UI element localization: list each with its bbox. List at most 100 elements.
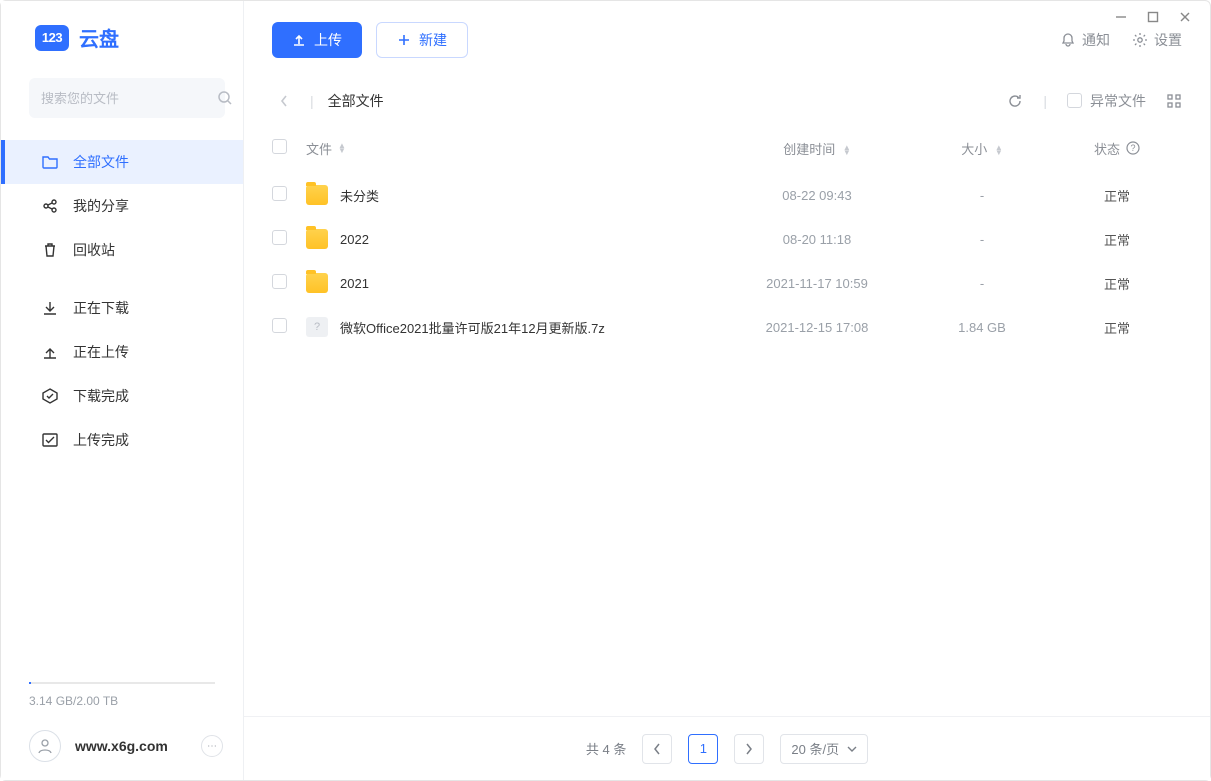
filter-label: 异常文件 xyxy=(1090,91,1146,111)
check-download-icon xyxy=(41,387,59,405)
nav-label: 正在下载 xyxy=(73,298,129,318)
new-button[interactable]: 新建 xyxy=(376,22,468,58)
download-icon xyxy=(41,299,59,317)
nav-my-shares[interactable]: 我的分享 xyxy=(1,184,243,228)
check-upload-icon xyxy=(41,431,59,449)
sort-icon: ▲▼ xyxy=(995,145,1003,155)
bell-icon xyxy=(1060,32,1076,48)
share-icon xyxy=(41,197,59,215)
file-row[interactable]: 未分类08-22 09:43-正常 xyxy=(244,173,1210,217)
file-status: 正常 xyxy=(1052,318,1182,337)
main: 上传 新建 通知 设置 | 全部文件 | 异常文件 xyxy=(244,1,1210,780)
logo-badge: 123 xyxy=(35,25,69,51)
nav-uploading[interactable]: 正在上传 xyxy=(1,330,243,374)
nav-upload-done[interactable]: 上传完成 xyxy=(1,418,243,462)
breadcrumb-root[interactable]: 全部文件 xyxy=(328,91,384,111)
nav-recycle-bin[interactable]: 回收站 xyxy=(1,228,243,272)
breadcrumb-row: | 全部文件 | 异常文件 xyxy=(244,79,1210,123)
col-time[interactable]: 创建时间 ▲▼ xyxy=(722,139,912,158)
file-time: 2021-12-15 17:08 xyxy=(722,320,912,335)
nav-downloading[interactable]: 正在下载 xyxy=(1,286,243,330)
file-row[interactable]: ? 微软Office2021批量许可版21年12月更新版.7z2021-12-15… xyxy=(244,305,1210,349)
folder-icon xyxy=(306,229,328,249)
chevron-down-icon xyxy=(847,745,857,753)
row-checkbox[interactable] xyxy=(272,274,287,289)
file-row[interactable]: 20212021-11-17 10:59-正常 xyxy=(244,261,1210,305)
svg-text:?: ? xyxy=(1130,143,1135,153)
upload-icon xyxy=(292,33,306,47)
checkbox[interactable] xyxy=(1067,93,1082,108)
file-time: 08-20 11:18 xyxy=(722,232,912,247)
nav-label: 上传完成 xyxy=(73,430,129,450)
col-name[interactable]: 文件 ▲▼ xyxy=(306,139,722,158)
help-icon[interactable]: ? xyxy=(1126,141,1140,155)
file-status: 正常 xyxy=(1052,274,1182,293)
upload-button[interactable]: 上传 xyxy=(272,22,362,58)
storage-text: 3.14 GB/2.00 TB xyxy=(1,694,243,708)
button-label: 新建 xyxy=(419,30,447,50)
app-logo: 123 云盘 xyxy=(1,1,243,70)
sidebar: 123 云盘 全部文件 我的分享 回收站 正在下载 正在上传 xyxy=(1,1,244,780)
file-size: - xyxy=(912,232,1052,247)
page-size-select[interactable]: 20 条/页 xyxy=(780,734,868,764)
row-checkbox[interactable] xyxy=(272,318,287,333)
nav-label: 全部文件 xyxy=(73,152,129,172)
separator: | xyxy=(1043,93,1047,109)
search-box[interactable] xyxy=(29,78,225,118)
file-name: 微软Office2021批量许可版21年12月更新版.7z xyxy=(340,318,722,337)
separator: | xyxy=(310,93,314,109)
refresh-button[interactable] xyxy=(1007,93,1023,109)
row-checkbox[interactable] xyxy=(272,186,287,201)
upload-icon xyxy=(41,343,59,361)
nav-all-files[interactable]: 全部文件 xyxy=(1,140,243,184)
file-name: 2022 xyxy=(340,232,722,247)
pager-next[interactable] xyxy=(734,734,764,764)
notify-button[interactable]: 通知 xyxy=(1060,30,1110,50)
settings-button[interactable]: 设置 xyxy=(1132,30,1182,50)
nav-label: 回收站 xyxy=(73,240,115,260)
user-more-button[interactable]: ⋯ xyxy=(201,735,223,757)
page-size-label: 20 条/页 xyxy=(791,739,839,758)
folder-icon xyxy=(306,185,328,205)
pagination: 共 4 条 1 20 条/页 xyxy=(244,716,1210,780)
nav-label: 正在上传 xyxy=(73,342,129,362)
plus-icon xyxy=(397,33,411,47)
col-label: 创建时间 xyxy=(783,142,835,157)
folder-icon xyxy=(41,153,59,171)
sidebar-nav: 全部文件 我的分享 回收站 正在下载 正在上传 下载完成 上传完成 xyxy=(1,132,243,462)
button-label: 通知 xyxy=(1082,30,1110,50)
gear-icon xyxy=(1132,32,1148,48)
pager-prev[interactable] xyxy=(642,734,672,764)
file-time: 08-22 09:43 xyxy=(722,188,912,203)
logo-text: 云盘 xyxy=(79,23,119,52)
col-size[interactable]: 大小 ▲▼ xyxy=(912,139,1052,158)
view-grid-button[interactable] xyxy=(1166,93,1182,109)
select-all-checkbox[interactable] xyxy=(272,139,287,154)
back-button[interactable] xyxy=(272,89,296,113)
search-input[interactable] xyxy=(41,91,217,106)
file-row[interactable]: 202208-20 11:18-正常 xyxy=(244,217,1210,261)
storage-fill xyxy=(29,682,31,684)
folder-icon xyxy=(306,273,328,293)
file-icon: ? xyxy=(306,317,328,337)
pager-total: 共 4 条 xyxy=(586,739,626,758)
user-name: www.x6g.com xyxy=(75,738,187,754)
crumb-right: | 异常文件 xyxy=(1007,91,1182,111)
avatar[interactable] xyxy=(29,730,61,762)
abnormal-filter[interactable]: 异常文件 xyxy=(1067,91,1146,111)
file-name: 未分类 xyxy=(340,186,722,205)
toolbar-right: 通知 设置 xyxy=(1060,30,1182,50)
file-status: 正常 xyxy=(1052,186,1182,205)
user-row: www.x6g.com ⋯ xyxy=(1,730,243,762)
nav-label: 下载完成 xyxy=(73,386,129,406)
col-label: 状态 xyxy=(1094,139,1120,158)
col-status: 状态 ? xyxy=(1052,139,1182,158)
file-size: 1.84 GB xyxy=(912,320,1052,335)
pager-page-1[interactable]: 1 xyxy=(688,734,718,764)
button-label: 设置 xyxy=(1154,30,1182,50)
nav-download-done[interactable]: 下载完成 xyxy=(1,374,243,418)
toolbar: 上传 新建 通知 设置 xyxy=(244,1,1210,79)
sort-icon: ▲▼ xyxy=(843,145,851,155)
row-checkbox[interactable] xyxy=(272,230,287,245)
search-icon[interactable] xyxy=(217,90,233,106)
